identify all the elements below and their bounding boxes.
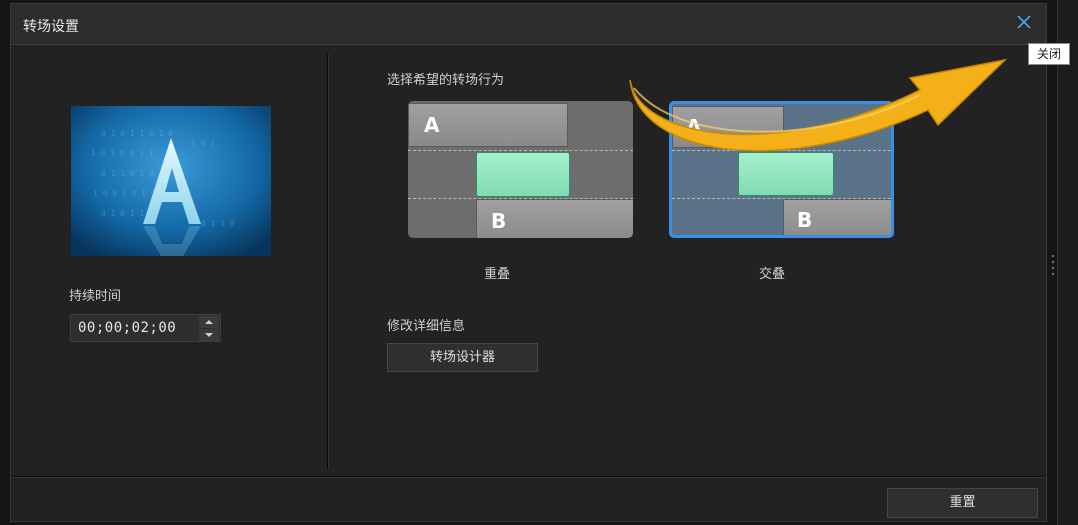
title-bar: 转场设置 bbox=[11, 4, 1046, 45]
svg-text:0 1 1 0 1 0: 0 1 1 0 1 0 bbox=[101, 169, 154, 178]
cross-option[interactable]: A B bbox=[669, 101, 894, 238]
duration-label: 持续时间 bbox=[69, 289, 122, 304]
clip-a-letter: A bbox=[686, 115, 702, 139]
spin-down-icon bbox=[205, 333, 213, 337]
svg-text:1 0 1: 1 0 1 bbox=[191, 139, 215, 148]
overlap-option-label: 重叠 bbox=[483, 267, 510, 282]
clip-b-letter: B bbox=[491, 209, 507, 233]
dialog-title: 转场设置 bbox=[23, 19, 79, 35]
transition-settings-dialog: 转场设置 0 1 0 1 1 0 1 0 1 0 1 0 0 1 1 0 1 1… bbox=[10, 3, 1047, 522]
transition-clip-block bbox=[476, 152, 570, 197]
close-icon bbox=[1017, 15, 1031, 29]
svg-text:0 1 0 1 1: 0 1 0 1 1 bbox=[101, 209, 145, 218]
overlap-option[interactable]: A B bbox=[408, 101, 633, 238]
close-button[interactable] bbox=[1012, 10, 1036, 34]
spin-up-icon bbox=[205, 320, 213, 324]
svg-text:0 1 1 0: 0 1 1 0 bbox=[201, 219, 235, 228]
guide-line bbox=[672, 150, 891, 151]
reset-button[interactable]: 重置 bbox=[887, 488, 1038, 518]
spin-up-button[interactable] bbox=[199, 316, 219, 328]
transition-designer-button[interactable]: 转场设计器 bbox=[387, 343, 538, 372]
svg-text:0 1 0 1 1 0 1 0: 0 1 0 1 1 0 1 0 bbox=[101, 129, 173, 138]
cross-option-label: 交叠 bbox=[758, 267, 785, 282]
svg-text:1 0 1 0 0 1 1: 1 0 1 0 0 1 1 bbox=[91, 149, 154, 158]
choose-behavior-label: 选择希望的转场行为 bbox=[387, 73, 505, 88]
modify-details-label: 修改详细信息 bbox=[387, 319, 466, 334]
clip-b-letter: B bbox=[797, 208, 813, 232]
spin-down-button[interactable] bbox=[199, 329, 219, 341]
resize-grip-icon[interactable] bbox=[1051, 252, 1055, 278]
transition-clip-block bbox=[738, 152, 834, 196]
background-window-edge bbox=[1057, 0, 1078, 525]
footer-divider bbox=[11, 476, 1046, 478]
duration-input[interactable]: 00;00;02;00 bbox=[78, 320, 176, 336]
svg-text:1 0 0 1 0 1 0: 1 0 0 1 0 1 0 bbox=[93, 189, 156, 198]
close-tooltip: 关闭 bbox=[1028, 43, 1070, 65]
guide-line bbox=[408, 150, 633, 151]
panel-divider bbox=[327, 54, 329, 469]
transition-preview-thumbnail: 0 1 0 1 1 0 1 0 1 0 1 0 0 1 1 0 1 1 0 1 … bbox=[71, 106, 271, 256]
clip-a-letter: A bbox=[424, 113, 440, 137]
duration-stepper[interactable]: 00;00;02;00 bbox=[70, 314, 221, 342]
